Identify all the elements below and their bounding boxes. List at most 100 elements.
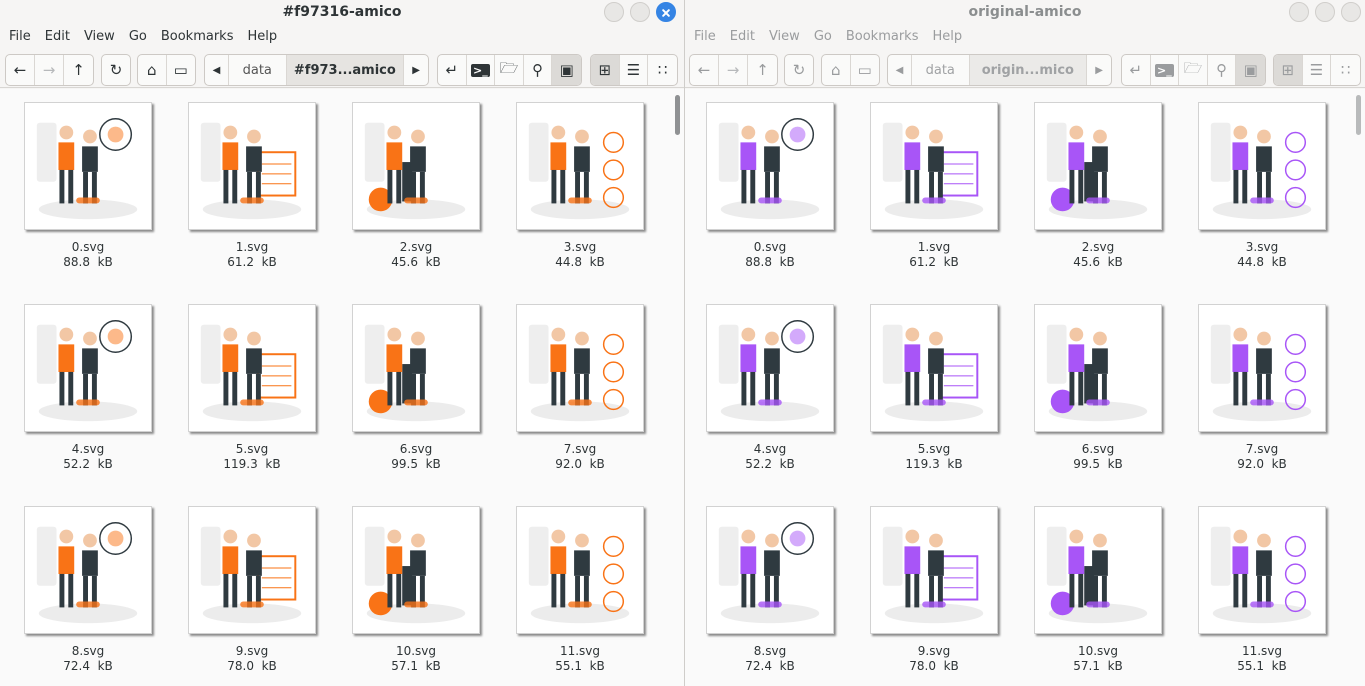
title-bar[interactable]: original-amico: [685, 0, 1365, 24]
computer-button[interactable]: ▭: [167, 55, 195, 85]
compact-view-button[interactable]: ∷: [648, 55, 677, 85]
breadcrumb-scroll-right[interactable]: ▶: [404, 55, 428, 85]
file-thumbnail[interactable]: [1198, 304, 1326, 432]
back-button[interactable]: ←: [690, 55, 719, 85]
file-thumbnail[interactable]: [870, 506, 998, 634]
show-thumbnails-button[interactable]: ▣: [552, 55, 581, 85]
menu-edit[interactable]: Edit: [38, 24, 77, 50]
file-item[interactable]: 3.svg 44.8 kB: [1182, 102, 1342, 270]
maximize-button[interactable]: [630, 2, 650, 22]
file-thumbnail[interactable]: [1198, 102, 1326, 230]
file-item[interactable]: 7.svg 92.0 kB: [1182, 304, 1342, 472]
file-thumbnail[interactable]: [1034, 102, 1162, 230]
search-button[interactable]: ⚲: [524, 55, 553, 85]
open-location-button[interactable]: ↵: [1122, 55, 1151, 85]
file-item[interactable]: 8.svg 72.4 kB: [690, 506, 850, 674]
forward-button[interactable]: →: [35, 55, 64, 85]
file-item[interactable]: 5.svg 119.3 kB: [172, 304, 332, 472]
maximize-button[interactable]: [1315, 2, 1335, 22]
file-thumbnail[interactable]: [870, 304, 998, 432]
file-thumbnail[interactable]: [188, 304, 316, 432]
file-thumbnail[interactable]: [352, 506, 480, 634]
breadcrumb-current[interactable]: #f973...amico: [286, 55, 405, 85]
menu-go[interactable]: Go: [807, 24, 839, 50]
breadcrumb-scroll-left[interactable]: ◀: [205, 55, 229, 85]
forward-button[interactable]: →: [719, 55, 748, 85]
list-view-button[interactable]: ☰: [620, 55, 649, 85]
file-item[interactable]: 8.svg 72.4 kB: [8, 506, 168, 674]
scrollbar[interactable]: [670, 89, 684, 686]
file-thumbnail[interactable]: [352, 102, 480, 230]
menu-go[interactable]: Go: [122, 24, 154, 50]
file-thumbnail[interactable]: [1034, 304, 1162, 432]
file-thumbnail[interactable]: [24, 102, 152, 230]
breadcrumb-data[interactable]: data: [229, 55, 287, 85]
terminal-button[interactable]: >_: [1151, 55, 1180, 85]
up-button[interactable]: ↑: [748, 55, 777, 85]
file-thumbnail[interactable]: [706, 102, 834, 230]
file-thumbnail[interactable]: [706, 506, 834, 634]
home-button[interactable]: ⌂: [138, 55, 167, 85]
scrollbar[interactable]: [1351, 89, 1365, 686]
open-location-button[interactable]: ↵: [438, 55, 467, 85]
menu-file[interactable]: File: [687, 24, 723, 50]
list-view-button[interactable]: ☰: [1303, 55, 1332, 85]
menu-bookmarks[interactable]: Bookmarks: [839, 24, 926, 50]
file-item[interactable]: 10.svg 57.1 kB: [336, 506, 496, 674]
minimize-button[interactable]: [1289, 2, 1309, 22]
file-item[interactable]: 1.svg 61.2 kB: [854, 102, 1014, 270]
computer-button[interactable]: ▭: [851, 55, 879, 85]
minimize-button[interactable]: [604, 2, 624, 22]
breadcrumb-current[interactable]: origin...mico: [969, 55, 1088, 85]
reload-button[interactable]: ↻: [102, 55, 130, 85]
menu-bookmarks[interactable]: Bookmarks: [154, 24, 241, 50]
file-thumbnail[interactable]: [24, 304, 152, 432]
file-item[interactable]: 7.svg 92.0 kB: [500, 304, 660, 472]
file-item[interactable]: 2.svg 45.6 kB: [1018, 102, 1178, 270]
file-item[interactable]: 6.svg 99.5 kB: [336, 304, 496, 472]
menu-view[interactable]: View: [77, 24, 122, 50]
menu-help[interactable]: Help: [925, 24, 969, 50]
menu-help[interactable]: Help: [240, 24, 284, 50]
file-item[interactable]: 3.svg 44.8 kB: [500, 102, 660, 270]
file-thumbnail[interactable]: [24, 506, 152, 634]
compact-view-button[interactable]: ∷: [1331, 55, 1360, 85]
up-button[interactable]: ↑: [64, 55, 93, 85]
file-thumbnail[interactable]: [706, 304, 834, 432]
file-thumbnail[interactable]: [870, 102, 998, 230]
file-item[interactable]: 4.svg 52.2 kB: [8, 304, 168, 472]
show-thumbnails-button[interactable]: ▣: [1236, 55, 1265, 85]
file-item[interactable]: 11.svg 55.1 kB: [500, 506, 660, 674]
breadcrumb-scroll-left[interactable]: ◀: [888, 55, 912, 85]
file-item[interactable]: 11.svg 55.1 kB: [1182, 506, 1342, 674]
title-bar[interactable]: #f97316-amico: [0, 0, 684, 24]
file-thumbnail[interactable]: [188, 102, 316, 230]
terminal-button[interactable]: >_: [467, 55, 496, 85]
icon-view-button[interactable]: ⊞: [1274, 55, 1303, 85]
file-item[interactable]: 2.svg 45.6 kB: [336, 102, 496, 270]
file-item[interactable]: 9.svg 78.0 kB: [854, 506, 1014, 674]
scrollbar-thumb[interactable]: [675, 95, 680, 135]
file-thumbnail[interactable]: [1198, 506, 1326, 634]
file-item[interactable]: 9.svg 78.0 kB: [172, 506, 332, 674]
menu-edit[interactable]: Edit: [723, 24, 762, 50]
scrollbar-thumb[interactable]: [1356, 95, 1361, 135]
icon-view-button[interactable]: ⊞: [591, 55, 620, 85]
menu-view[interactable]: View: [762, 24, 807, 50]
new-folder-button[interactable]: 🗁: [495, 55, 524, 85]
file-item[interactable]: 1.svg 61.2 kB: [172, 102, 332, 270]
file-thumbnail[interactable]: [1034, 506, 1162, 634]
file-item[interactable]: 5.svg 119.3 kB: [854, 304, 1014, 472]
file-thumbnail[interactable]: [352, 304, 480, 432]
close-button[interactable]: [656, 2, 676, 22]
file-item[interactable]: 4.svg 52.2 kB: [690, 304, 850, 472]
file-item[interactable]: 10.svg 57.1 kB: [1018, 506, 1178, 674]
file-item[interactable]: 0.svg 88.8 kB: [690, 102, 850, 270]
menu-file[interactable]: File: [2, 24, 38, 50]
file-item[interactable]: 6.svg 99.5 kB: [1018, 304, 1178, 472]
reload-button[interactable]: ↻: [785, 55, 813, 85]
home-button[interactable]: ⌂: [822, 55, 851, 85]
new-folder-button[interactable]: 🗁: [1179, 55, 1208, 85]
back-button[interactable]: ←: [6, 55, 35, 85]
file-thumbnail[interactable]: [516, 304, 644, 432]
